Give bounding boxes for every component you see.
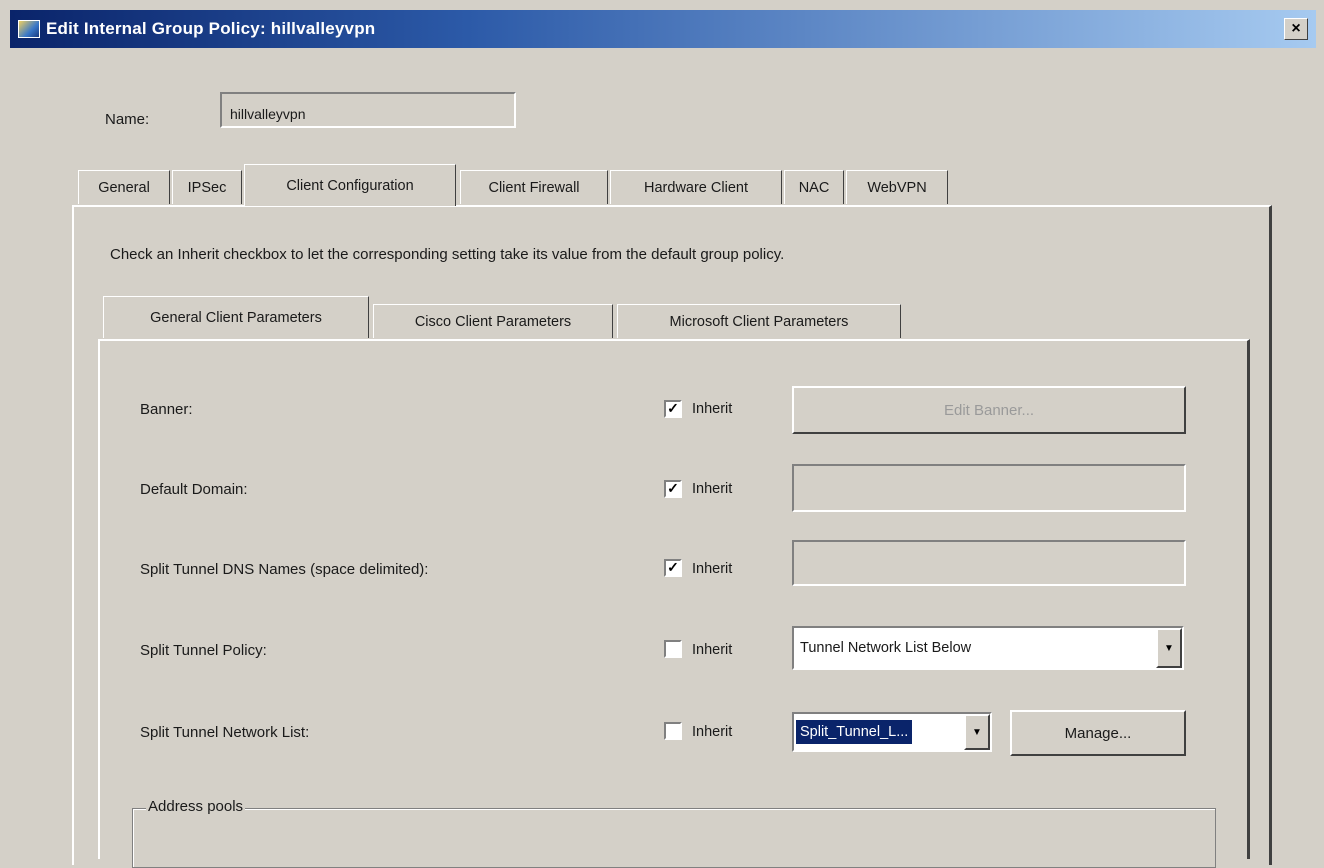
split-tunnel-network-list-label: Split Tunnel Network List: [140,724,310,741]
default-domain-field[interactable] [792,464,1186,512]
split-tunnel-dns-inherit-checkbox[interactable]: ✓ [664,559,682,577]
default-domain-inherit-label: Inherit [692,481,733,497]
chevron-down-icon[interactable]: ▼ [964,714,990,750]
asdm-app-icon [18,20,40,38]
split-tunnel-dns-inherit-label: Inherit [692,561,733,577]
split-tunnel-network-list-value: Split_Tunnel_L... [796,720,913,744]
default-domain-inherit-checkbox[interactable]: ✓ [664,480,682,498]
default-domain-label: Default Domain: [140,481,248,498]
tab-general-client-parameters[interactable]: General Client Parameters [103,296,369,338]
tab-hardware-client[interactable]: Hardware Client [610,170,782,204]
split-tunnel-policy-inherit-label: Inherit [692,642,733,658]
banner-label: Banner: [140,401,193,418]
banner-inherit-checkbox[interactable]: ✓ [664,400,682,418]
inherit-instruction: Check an Inherit checkbox to let the cor… [110,246,785,263]
split-tunnel-policy-label: Split Tunnel Policy: [140,642,267,659]
tab-webvpn[interactable]: WebVPN [846,170,948,204]
manage-button[interactable]: Manage... [1010,710,1186,756]
tab-general[interactable]: General [78,170,170,204]
tab-microsoft-client-parameters[interactable]: Microsoft Client Parameters [617,304,901,338]
edit-group-policy-dialog: Edit Internal Group Policy: hillvalleyvp… [0,0,1324,868]
title-bar[interactable]: Edit Internal Group Policy: hillvalleyvp… [10,10,1316,48]
name-label: Name: [105,111,150,128]
checkmark-glyph: ✓ [667,400,679,416]
split-tunnel-policy-inherit-checkbox[interactable] [664,640,682,658]
split-tunnel-dns-field[interactable] [792,540,1186,586]
split-tunnel-policy-value: Tunnel Network List Below [800,640,972,656]
edit-banner-button[interactable]: Edit Banner... [792,386,1186,434]
close-glyph: × [1291,20,1301,37]
tab-client-firewall[interactable]: Client Firewall [460,170,608,204]
tab-ipsec[interactable]: IPSec [172,170,242,204]
tab-client-configuration[interactable]: Client Configuration [244,164,456,206]
name-field: hillvalleyvpn [220,92,516,128]
address-pools-legend: Address pools [146,798,246,815]
split-tunnel-network-list-select[interactable]: Split_Tunnel_L... ▼ [792,712,992,752]
tab-cisco-client-parameters[interactable]: Cisco Client Parameters [373,304,613,338]
address-pools-group [132,808,1216,868]
window-title: Edit Internal Group Policy: hillvalleyvp… [46,19,376,38]
checkmark-glyph: ✓ [667,480,679,496]
split-tunnel-network-list-inherit-checkbox[interactable] [664,722,682,740]
split-tunnel-policy-select[interactable]: Tunnel Network List Below ▼ [792,626,1184,670]
close-icon[interactable]: × [1284,18,1308,40]
split-tunnel-dns-label: Split Tunnel DNS Names (space delimited)… [140,561,429,578]
chevron-down-icon[interactable]: ▼ [1156,628,1182,668]
split-tunnel-network-list-inherit-label: Inherit [692,724,733,740]
checkmark-glyph: ✓ [667,559,679,575]
tab-nac[interactable]: NAC [784,170,844,204]
banner-inherit-label: Inherit [692,401,733,417]
